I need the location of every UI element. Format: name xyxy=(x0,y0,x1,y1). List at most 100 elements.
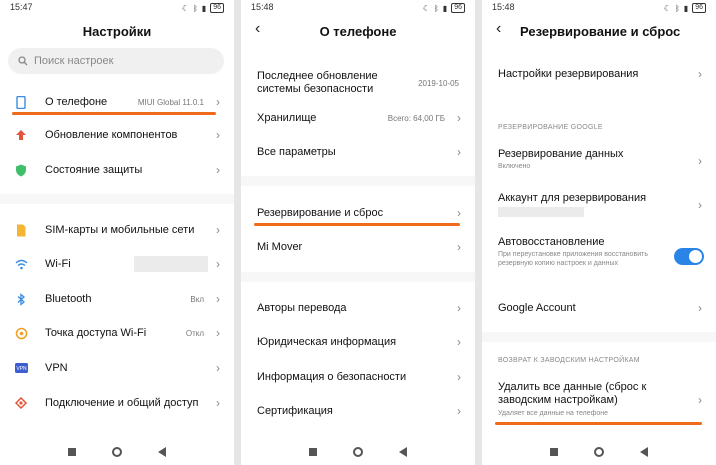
chevron-right-icon: › xyxy=(216,396,220,410)
item-label: Настройки резервирования xyxy=(498,68,639,80)
update-arrow-icon xyxy=(14,128,28,142)
chevron-right-icon: › xyxy=(457,206,461,220)
signal-icon: ▮ xyxy=(201,3,207,13)
search-placeholder: Поиск настроек xyxy=(34,55,114,67)
about-item-storage[interactable]: Хранилище Всего: 64,00 ГБ › xyxy=(241,110,475,126)
chevron-right-icon: › xyxy=(216,361,220,375)
item-value: Всего: 64,00 ГБ xyxy=(387,113,445,123)
settings-item-bluetooth[interactable]: Bluetooth Вкл › xyxy=(0,291,234,307)
item-label: Резервирование данных xyxy=(498,148,624,160)
status-bar: 15:47 ☾ ᛒ ▮ 96 xyxy=(0,0,234,16)
chevron-right-icon: › xyxy=(457,111,461,125)
item-label: Резервирование и сброс xyxy=(257,207,384,219)
chevron-right-icon: › xyxy=(698,67,702,81)
section-header-google: РЕЗЕРВИРОВАНИЕ GOOGLE xyxy=(498,124,603,131)
section-divider xyxy=(241,176,475,186)
section-header-reset: ВОЗВРАТ К ЗАВОДСКИМ НАСТРОЙКАМ xyxy=(498,357,640,364)
signal-icon: ▮ xyxy=(442,3,448,13)
home-button[interactable] xyxy=(112,447,122,457)
recents-button[interactable] xyxy=(550,448,558,456)
chevron-right-icon: › xyxy=(698,393,702,407)
status-icons: ☾ ᛒ ▮ 96 xyxy=(182,2,224,14)
settings-item-connection[interactable]: Подключение и общий доступ › xyxy=(0,395,234,411)
redacted-network-name xyxy=(134,256,208,272)
item-subtitle: Включено xyxy=(498,163,531,170)
battery-icon: 96 xyxy=(692,3,706,13)
chevron-right-icon: › xyxy=(457,301,461,315)
chevron-right-icon: › xyxy=(216,257,220,271)
about-item-backup-reset[interactable]: Резервирование и сброс › xyxy=(241,205,475,221)
item-label: Состояние защиты xyxy=(45,164,143,176)
factory-reset-item[interactable]: Удалить все данные (сброс к заводским на… xyxy=(482,381,716,421)
back-arrow-icon[interactable]: ‹ xyxy=(496,20,501,38)
item-value: Откл xyxy=(185,328,204,338)
item-label: Подключение и общий доступ xyxy=(45,397,199,409)
item-label: Все параметры xyxy=(257,146,336,158)
data-backup-item[interactable]: Резервирование данных Включено › xyxy=(482,148,716,174)
item-label: Wi-Fi xyxy=(45,258,71,270)
back-button[interactable] xyxy=(640,447,648,457)
highlight-underline xyxy=(254,223,460,226)
chevron-right-icon: › xyxy=(457,145,461,159)
moon-icon: ☾ xyxy=(422,3,430,13)
bluetooth-status-icon: ᛒ xyxy=(674,3,680,13)
home-button[interactable] xyxy=(594,447,604,457)
chevron-right-icon: › xyxy=(698,198,702,212)
nav-bar xyxy=(482,439,716,465)
chevron-right-icon: › xyxy=(457,404,461,418)
about-item-mi-mover[interactable]: Mi Mover › xyxy=(241,239,475,255)
about-item-certification[interactable]: Сертификация › xyxy=(241,403,475,419)
chevron-right-icon: › xyxy=(698,154,702,168)
recents-button[interactable] xyxy=(68,448,76,456)
item-label: Аккаунт для резервирования xyxy=(498,192,647,204)
item-label: О телефоне xyxy=(45,96,108,108)
redacted-account xyxy=(498,207,584,217)
item-subtitle: Удаляет все данные на телефоне xyxy=(498,410,609,417)
page-title: Настройки xyxy=(82,24,152,39)
chevron-right-icon: › xyxy=(698,301,702,315)
page-title: О телефоне xyxy=(319,24,397,39)
status-icons: ☾ ᛒ ▮ 96 xyxy=(423,2,465,14)
recents-button[interactable] xyxy=(309,448,317,456)
auto-restore-item[interactable]: Автовосстановление При переустановке при… xyxy=(482,236,716,280)
item-label: SIM-карты и мобильные сети xyxy=(45,224,195,236)
google-account-item[interactable]: Google Account › xyxy=(482,300,716,316)
moon-icon: ☾ xyxy=(663,3,671,13)
status-time: 15:48 xyxy=(251,2,274,12)
backup-settings-item[interactable]: Настройки резервирования › xyxy=(482,66,716,82)
item-label: Автовосстановление xyxy=(498,236,605,248)
about-item-all-specs[interactable]: Все параметры › xyxy=(241,144,475,160)
status-icons: ☾ ᛒ ▮ 96 xyxy=(664,2,706,14)
connection-icon xyxy=(14,396,28,410)
section-divider xyxy=(0,194,234,204)
search-input[interactable]: Поиск настроек xyxy=(8,48,224,74)
back-button[interactable] xyxy=(158,447,166,457)
phone-info-icon xyxy=(14,95,28,109)
item-label: Юридическая информация xyxy=(257,336,397,348)
moon-icon: ☾ xyxy=(181,3,189,13)
auto-restore-toggle[interactable] xyxy=(674,248,704,265)
chevron-right-icon: › xyxy=(457,335,461,349)
hotspot-icon xyxy=(14,326,28,340)
settings-item-updates[interactable]: Обновление компонентов › xyxy=(0,127,234,143)
settings-item-sim[interactable]: SIM-карты и мобильные сети › xyxy=(0,222,234,238)
backup-reset-screen: 15:48 ☾ ᛒ ▮ 96 ‹ Резервирование и сброс … xyxy=(482,0,716,465)
settings-item-hotspot[interactable]: Точка доступа Wi-Fi Откл › xyxy=(0,325,234,341)
home-button[interactable] xyxy=(353,447,363,457)
signal-icon: ▮ xyxy=(683,3,689,13)
item-label: Точка доступа Wi-Fi xyxy=(45,327,147,339)
settings-item-about-phone[interactable]: О телефоне MIUI Global 11.0.1 › xyxy=(0,94,234,110)
chevron-right-icon: › xyxy=(216,326,220,340)
settings-item-vpn[interactable]: VPN VPN › xyxy=(0,360,234,376)
about-item-security-update[interactable]: Последнее обновление системы безопасност… xyxy=(241,68,475,98)
back-button[interactable] xyxy=(399,447,407,457)
about-item-legal[interactable]: Юридическая информация › xyxy=(241,334,475,350)
item-label: Обновление компонентов xyxy=(45,129,178,141)
item-label: Хранилище xyxy=(257,112,317,124)
about-item-safety-info[interactable]: Информация о безопасности › xyxy=(241,369,475,385)
about-item-translators[interactable]: Авторы перевода › xyxy=(241,300,475,316)
settings-item-security[interactable]: Состояние защиты › xyxy=(0,162,234,178)
status-bar: 15:48 ☾ ᛒ ▮ 96 xyxy=(482,0,716,16)
section-divider xyxy=(241,272,475,282)
item-label: Google Account xyxy=(498,302,576,314)
